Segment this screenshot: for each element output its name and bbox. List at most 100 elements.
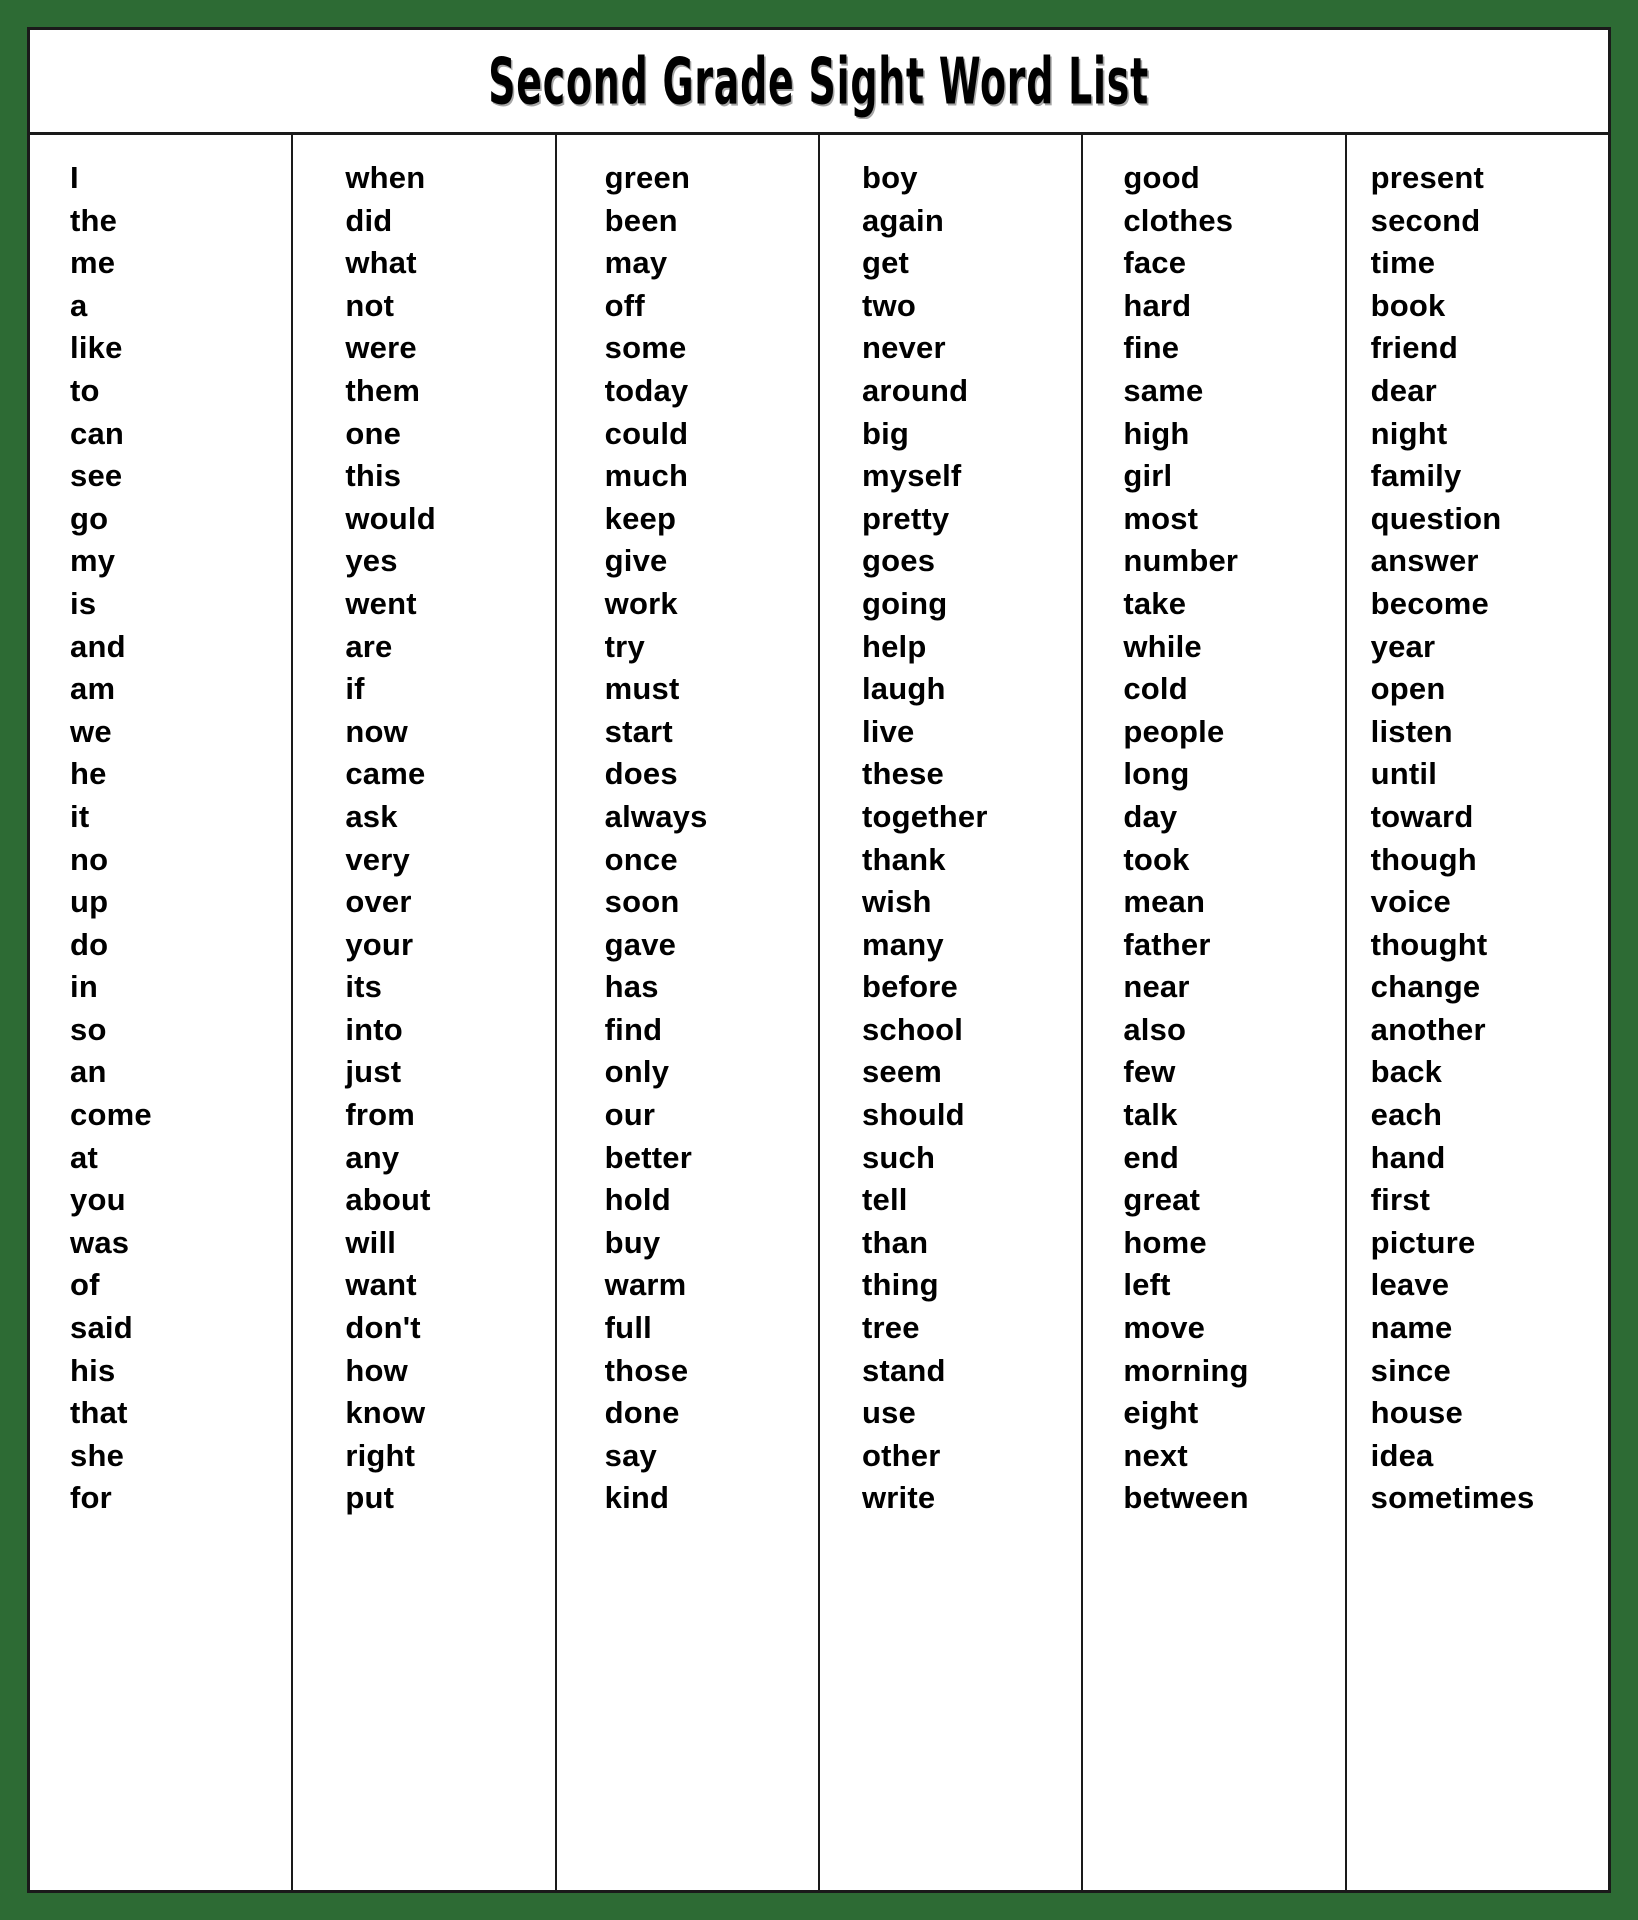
sight-word: we [70,713,112,749]
sight-word: great [1123,1182,1201,1218]
sight-word: ask [345,798,398,834]
sight-word: live [861,713,915,749]
sight-word: she [70,1437,125,1473]
sight-word: kind [604,1480,670,1516]
sight-word: only [604,1054,670,1090]
sight-word: see [70,458,123,494]
sight-word: tell [861,1182,908,1218]
sight-word: picture [1370,1224,1476,1260]
sight-word: end [1123,1139,1180,1175]
word-column-3-inner: green been may off some today could much keep giv… [605,157,708,1520]
sight-word: day [1123,798,1178,834]
sight-word: those [604,1352,689,1388]
word-column-6: present second time book friend dear night fami… [1347,135,1608,1890]
sight-word: of [70,1267,100,1303]
sight-word: between [1123,1480,1249,1516]
sight-word: house [1370,1395,1463,1431]
word-column-5: good clothes face hard fine same high girl most n… [1083,135,1347,1890]
sight-word: people [1123,713,1225,749]
sight-word: in [70,969,98,1005]
sight-word: eight [1123,1395,1199,1431]
sight-word: around [861,372,969,408]
word-column-5-inner: good clothes face hard fine same high girl most n… [1123,157,1248,1520]
paper-sheet: Second Grade Sight Word List Ithe me a like… [27,27,1611,1893]
green-border-frame: Second Grade Sight Word List Ithe me a like… [16,16,1622,1904]
sight-word: is [70,585,97,621]
sight-word: time [1370,245,1436,281]
sight-word: very [345,841,410,877]
sight-word: first [1370,1182,1431,1218]
sight-word: should [861,1097,965,1133]
word-column-4: boy again get two never around big myself pretty… [820,135,1084,1890]
sight-word: write [861,1480,936,1516]
sight-word: right [345,1437,416,1473]
sight-word: went [345,585,417,621]
sight-word: some [604,330,687,366]
word-column-1-inner: Ithe me a like to can see go my is and am we he it no up… [70,157,152,1520]
word-column-4-inner: boy again get two never around big myself pretty… [862,157,988,1520]
sight-word: idea [1370,1437,1434,1473]
sight-word: when [345,160,426,195]
sight-word: do [70,926,109,962]
sight-word: voice [1370,884,1451,920]
sight-word: any [345,1139,400,1175]
sight-word: become [1370,585,1489,621]
sight-word: so [70,1011,107,1047]
sight-word: am [70,671,116,707]
sight-word: get [861,245,910,281]
sight-word: go [70,500,109,536]
sight-word: most [1123,500,1199,536]
sight-word: did [345,202,393,238]
sight-word: into [345,1011,403,1047]
sight-word: name [1370,1310,1453,1346]
sight-word: has [604,969,659,1005]
sight-word: tree [861,1310,920,1346]
sight-word: change [1370,969,1481,1005]
sight-word: until [1370,756,1438,792]
sight-word: better [604,1139,692,1175]
sight-word: off [604,287,645,323]
sight-word: much [604,458,689,494]
sight-word: would [345,500,436,536]
word-column-6-inner: present second time book friend dear night fami… [1371,157,1535,1520]
sight-word: good [1123,160,1200,195]
sight-word: don't [345,1310,421,1346]
sight-word: same [1123,372,1204,408]
word-column-2-inner: when did what not were them one this would yes wen… [345,157,436,1520]
sight-word: each [1370,1097,1443,1133]
sight-word: thing [861,1267,939,1303]
sight-word: while [1123,628,1202,664]
word-column-2: when did what not were them one this would yes wen… [293,135,557,1890]
sight-word: our [604,1097,656,1133]
sight-word: its [345,969,383,1005]
sight-word: put [345,1480,395,1516]
sight-word: must [604,671,680,707]
sight-word: open [1370,671,1446,707]
sight-word: two [861,287,916,323]
sight-word: today [604,372,689,408]
sight-word: warm [604,1267,687,1303]
sight-word: friend [1370,330,1458,366]
sight-word: like [70,330,123,366]
sight-word: again [861,202,944,238]
sight-word: dear [1370,372,1437,408]
sight-word: going [861,585,948,621]
sight-word: may [604,245,668,281]
sight-word: know [345,1395,426,1431]
sight-word: your [345,926,414,962]
sight-word: never [861,330,946,366]
sight-word: another [1370,1011,1486,1047]
sight-word: buy [604,1224,661,1260]
sight-word: listen [1370,713,1453,749]
sight-word: pretty [861,500,950,536]
sight-word: gave [604,926,677,962]
sight-word: done [604,1395,680,1431]
sight-word: from [345,1097,416,1133]
sight-word: family [1370,458,1462,494]
sight-word: thought [1370,926,1488,962]
sight-word: clothes [1123,202,1234,238]
sight-word: back [1370,1054,1443,1090]
sight-word: home [1123,1224,1207,1260]
sight-word: an [70,1054,107,1090]
sight-word: soon [604,884,680,920]
